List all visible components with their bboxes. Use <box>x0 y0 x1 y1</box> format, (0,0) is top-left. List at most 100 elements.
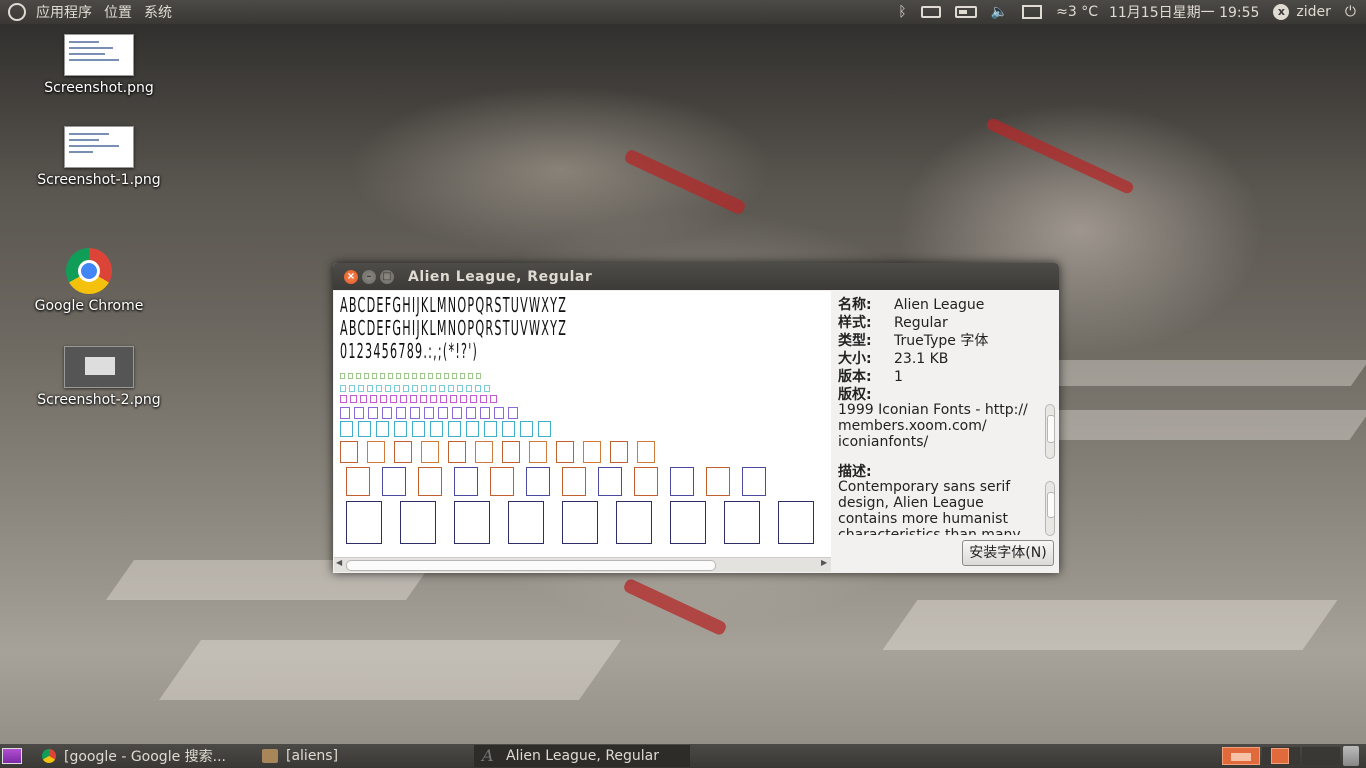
weather-indicator[interactable]: ≈3 °C <box>1056 4 1098 20</box>
taskbar-item-label: [google - Google 搜索... <box>64 749 226 765</box>
power-icon[interactable]: ⏻ <box>1345 4 1356 20</box>
copyright-scrollbar[interactable] <box>1045 404 1055 459</box>
menu-places[interactable]: 位置 <box>98 2 138 22</box>
close-window-button[interactable]: × <box>344 269 358 284</box>
glyph-box <box>480 395 487 404</box>
glyph-box <box>538 421 551 437</box>
description-scrollbar[interactable] <box>1045 481 1055 536</box>
version-label: 版本: <box>838 369 872 385</box>
glyph-box <box>670 501 706 545</box>
window-titlebar[interactable]: × – □ Alien League, Regular <box>333 263 1059 290</box>
install-font-button[interactable]: 安装字体(N) <box>962 540 1054 566</box>
desktop-icon-google-chrome[interactable]: Google Chrome <box>24 248 154 314</box>
ubuntu-logo-icon[interactable] <box>8 3 26 21</box>
glyph-box <box>360 395 367 404</box>
scrollbar-thumb[interactable] <box>1047 415 1055 443</box>
glyph-box <box>403 385 409 393</box>
glyph-box <box>454 501 490 545</box>
desktop-icon-screenshot-1[interactable]: Screenshot-1.png <box>34 126 164 188</box>
name-label: 名称: <box>838 297 872 313</box>
glyph-box <box>438 407 448 419</box>
glyph-box <box>475 385 481 393</box>
glyph-box <box>348 373 353 379</box>
workspace-1[interactable] <box>1222 747 1260 765</box>
workspace-3[interactable] <box>1302 747 1340 765</box>
scroll-right-icon[interactable]: ▶ <box>821 558 827 567</box>
taskbar-item-font-viewer[interactable]: A Alien League, Regular <box>474 745 690 767</box>
workspace-2[interactable] <box>1262 747 1300 765</box>
volume-icon[interactable]: 🔈 <box>991 4 1008 20</box>
glyph-box <box>502 421 515 437</box>
glyph-box <box>466 407 476 419</box>
preview-digits: 0123456789.:,;(*!?') <box>340 339 479 363</box>
minimize-window-button[interactable]: – <box>362 269 376 284</box>
show-desktop-icon[interactable] <box>2 748 22 764</box>
trash-icon[interactable] <box>1343 746 1359 766</box>
keyboard-icon[interactable] <box>920 6 941 18</box>
glyph-box <box>556 441 574 463</box>
desktop-icon-label: Google Chrome <box>34 298 144 314</box>
glyph-box <box>350 395 357 404</box>
menu-system[interactable]: 系统 <box>138 2 178 22</box>
glyph-box <box>460 373 465 379</box>
taskbar-item-chrome[interactable]: [google - Google 搜索... <box>34 745 250 767</box>
desktop-icon-screenshot-2[interactable]: Screenshot-2.png <box>34 346 164 408</box>
description-text[interactable]: Contemporary sans serif design, Alien Le… <box>838 479 1038 535</box>
clock[interactable]: 11月15日星期一 19:55 <box>1109 2 1259 22</box>
preview-horizontal-scrollbar[interactable]: ◀ ▶ <box>334 557 831 572</box>
glyph-box <box>490 395 497 404</box>
glyph-box <box>354 407 364 419</box>
scrollbar-thumb[interactable] <box>346 560 716 571</box>
glyph-box <box>412 421 425 437</box>
mail-icon[interactable] <box>1022 5 1043 19</box>
font-icon: A <box>482 746 494 765</box>
scrollbar-thumb[interactable] <box>1047 492 1055 518</box>
menu-applications[interactable]: 应用程序 <box>30 2 98 22</box>
glyph-box <box>340 373 345 379</box>
taskbar-item-label: Alien League, Regular <box>506 748 660 764</box>
preview-lowercase: ABCDEFGHIJKLMNOPQRSTUVWXYZ <box>340 316 568 340</box>
bluetooth-icon[interactable]: ᛒ <box>898 4 906 20</box>
glyph-box <box>466 385 472 393</box>
copyright-text[interactable]: 1999 Iconian Fonts - http:// members.xoo… <box>838 402 1038 460</box>
glyph-box <box>424 407 434 419</box>
glyph-box <box>390 395 397 404</box>
glyph-box <box>382 467 406 496</box>
user-status-icon[interactable]: x <box>1273 4 1290 20</box>
glyph-box <box>340 407 350 419</box>
glyph-box <box>420 395 427 404</box>
glyph-box <box>418 467 442 496</box>
glyph-box <box>508 501 544 545</box>
glyph-box <box>394 441 412 463</box>
glyph-box <box>430 385 436 393</box>
glyph-box <box>349 385 355 393</box>
image-file-icon <box>64 346 134 388</box>
description-label: 描述: <box>838 464 872 480</box>
scroll-left-icon[interactable]: ◀ <box>336 558 342 567</box>
glyph-box <box>562 501 598 545</box>
glyph-box <box>394 421 407 437</box>
window-title: Alien League, Regular <box>408 268 593 285</box>
glyph-box <box>396 407 406 419</box>
font-preview-area: ABCDEFGHIJKLMNOPQRSTUVWXYZ ABCDEFGHIJKLM… <box>334 291 831 557</box>
username-label[interactable]: zider <box>1296 4 1331 20</box>
glyph-box <box>457 385 463 393</box>
font-info-panel: 名称: Alien League 样式: Regular 类型: TrueType 字… <box>838 291 1056 571</box>
chrome-icon <box>66 248 112 294</box>
size-label: 大小: <box>838 351 872 367</box>
glyph-box <box>634 467 658 496</box>
taskbar-item-aliens-folder[interactable]: [aliens] <box>254 745 470 767</box>
glyph-box <box>724 501 760 545</box>
glyph-box <box>452 373 457 379</box>
image-file-icon <box>64 34 134 76</box>
desktop-icon-label: Screenshot-1.png <box>37 172 161 188</box>
glyph-box <box>454 467 478 496</box>
glyph-box <box>448 441 466 463</box>
glyph-box <box>436 373 441 379</box>
maximize-window-button[interactable]: □ <box>380 269 394 284</box>
glyph-box <box>428 373 433 379</box>
battery-icon[interactable] <box>954 6 977 18</box>
desktop-icon-screenshot[interactable]: Screenshot.png <box>34 34 164 96</box>
size-value: 23.1 KB <box>894 351 949 367</box>
type-value: TrueType 字体 <box>894 333 989 349</box>
